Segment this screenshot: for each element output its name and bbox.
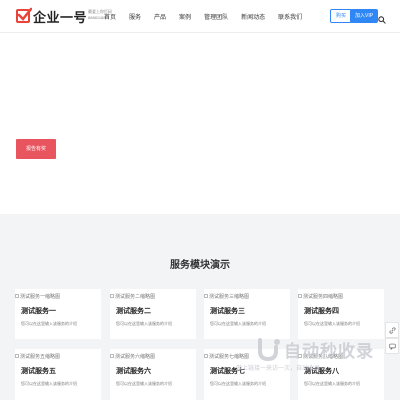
service-desc: 您可以在这里输入该服务的介绍 xyxy=(116,321,172,326)
service-title[interactable]: 测试服务三 xyxy=(210,306,290,316)
thumbnail-alt: 测试服务三缩略图 xyxy=(209,293,250,300)
thumbnail-alt: 测试服务二缩略图 xyxy=(115,293,156,300)
service-card[interactable]: 测试服务二缩略图 测试服务二 您可以在这里输入该服务的介绍 xyxy=(110,289,196,339)
join-vip-button[interactable]: 加入VIP xyxy=(350,9,379,23)
broken-image-icon xyxy=(15,354,19,358)
nav-item-contact[interactable]: 联系我们 xyxy=(278,12,302,21)
main-nav: 首页 服务 产品 案例 管理团队 新闻动态 联系我们 xyxy=(104,0,315,32)
watermark-subtext: 做上链接一来访一次，自动收录一 xyxy=(236,366,327,372)
nav-item-news[interactable]: 新闻动态 xyxy=(241,12,265,21)
side-tool-link[interactable] xyxy=(385,322,399,338)
service-title[interactable]: 测试服务一 xyxy=(21,306,101,316)
login-button[interactable]: 购买 xyxy=(330,9,353,23)
thumbnail-alt: 测试服务六缩略图 xyxy=(115,353,156,360)
search-icon[interactable] xyxy=(378,11,386,24)
thumbnail-alt: 测试服务四缩略图 xyxy=(303,293,344,300)
thumbnail-alt: 测试服务七缩略图 xyxy=(209,353,250,360)
broken-image-icon xyxy=(204,294,208,298)
service-title[interactable]: 测试服务二 xyxy=(116,306,196,316)
service-card[interactable]: 测试服务四缩略图 测试服务四 您可以在这里输入该服务的介绍 xyxy=(298,289,384,339)
chat-icon xyxy=(388,337,396,355)
logo-text: 企业一号 xyxy=(33,9,88,25)
service-desc: 您可以在这里输入该服务的介绍 xyxy=(21,381,77,386)
broken-image-icon xyxy=(298,294,302,298)
service-card[interactable]: 测试服务一缩略图 测试服务一 您可以在这里输入该服务的介绍 xyxy=(15,289,101,339)
side-tool-chat[interactable] xyxy=(385,338,399,354)
watermark-logo-icon xyxy=(258,338,280,362)
service-desc: 您可以在这里输入该服务的介绍 xyxy=(116,381,172,386)
nav-item-services[interactable]: 服务 xyxy=(129,12,141,21)
nav-item-home[interactable]: 首页 xyxy=(104,12,116,21)
nav-item-products[interactable]: 产品 xyxy=(154,12,166,21)
service-desc: 您可以在这里输入该服务的介绍 xyxy=(21,321,77,326)
watermark-text: 自动秒收录 xyxy=(284,342,374,361)
service-card[interactable]: 测试服务六缩略图 测试服务六 您可以在这里输入该服务的介绍 xyxy=(110,349,196,400)
service-thumbnail: 测试服务三缩略图 xyxy=(204,289,290,303)
service-title[interactable]: 测试服务五 xyxy=(21,366,101,376)
service-thumbnail: 测试服务一缩略图 xyxy=(15,289,101,303)
site-header: 企业一号 最爱上你打码 88881188 首页 服务 产品 案例 管理团队 新闻… xyxy=(0,0,400,33)
hero-banner: 报告有奖 xyxy=(0,33,400,213)
site-logo[interactable]: 企业一号 xyxy=(16,6,87,26)
thumbnail-alt: 测试服务五缩略图 xyxy=(20,353,61,360)
service-title[interactable]: 测试服务四 xyxy=(304,306,384,316)
broken-image-icon xyxy=(15,294,19,298)
broken-image-icon xyxy=(110,354,114,358)
service-thumbnail: 测试服务四缩略图 xyxy=(298,289,384,303)
service-thumbnail: 测试服务二缩略图 xyxy=(110,289,196,303)
service-desc: 您可以在这里输入该服务的介绍 xyxy=(304,381,360,386)
service-desc: 您可以在这里输入该服务的介绍 xyxy=(210,381,266,386)
section-title: 服务模块演示 xyxy=(170,260,230,271)
nav-item-cases[interactable]: 案例 xyxy=(179,12,191,21)
service-desc: 您可以在这里输入该服务的介绍 xyxy=(210,321,266,326)
watermark: 自动秒收录 做上链接一来访一次，自动收录一 xyxy=(236,337,386,379)
thumbnail-alt: 测试服务一缩略图 xyxy=(20,293,61,300)
service-card[interactable]: 测试服务三缩略图 测试服务三 您可以在这里输入该服务的介绍 xyxy=(204,289,290,339)
service-title[interactable]: 测试服务六 xyxy=(116,366,196,376)
checkbox-logo-icon xyxy=(16,7,32,23)
broken-image-icon xyxy=(204,354,208,358)
service-thumbnail: 测试服务六缩略图 xyxy=(110,349,196,363)
service-card[interactable]: 测试服务五缩略图 测试服务五 您可以在这里输入该服务的介绍 xyxy=(15,349,101,400)
nav-item-team[interactable]: 管理团队 xyxy=(204,12,228,21)
service-thumbnail: 测试服务五缩略图 xyxy=(15,349,101,363)
service-desc: 您可以在这里输入该服务的介绍 xyxy=(304,321,360,326)
hero-cta-button[interactable]: 报告有奖 xyxy=(16,139,56,159)
broken-image-icon xyxy=(110,294,114,298)
